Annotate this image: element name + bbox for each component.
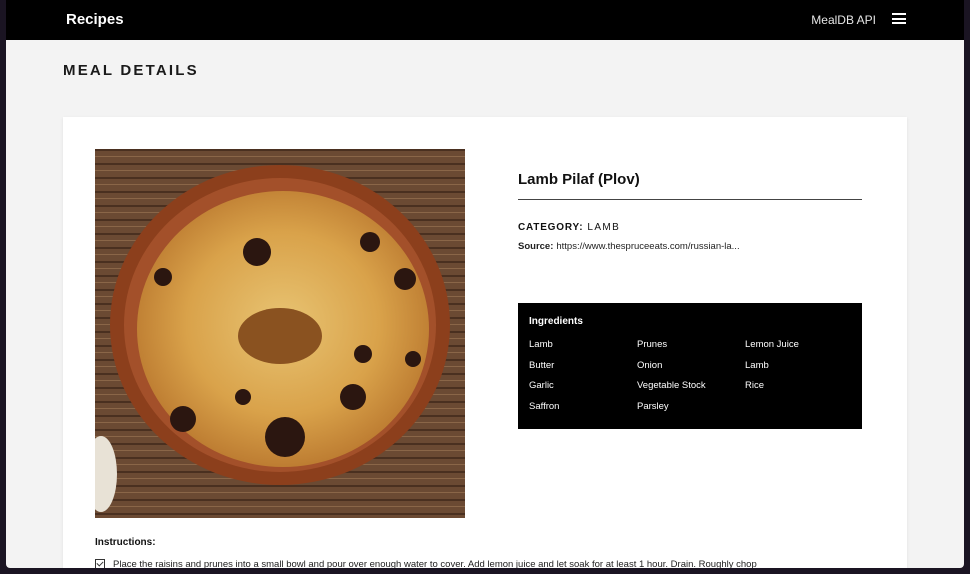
instructions-label: Instructions:	[95, 537, 156, 548]
instruction-text: Place the raisins and prunes into a smal…	[113, 559, 757, 568]
meal-image	[95, 149, 465, 518]
ingredient-item: Parsley	[637, 401, 669, 412]
ingredient-item: Onion	[637, 360, 663, 371]
app-window: Recipes MealDB API MEAL DETAILS Lamb Pil…	[6, 0, 964, 568]
ingredients-panel: Ingredients Lamb Prunes Lemon Juice Butt…	[518, 303, 862, 429]
meal-name: Lamb Pilaf (Plov)	[518, 171, 640, 188]
ingredient-item: Saffron	[529, 401, 560, 412]
category-row: CATEGORY: LAMB	[518, 222, 620, 233]
menu-bar	[892, 22, 906, 24]
meal-photo-illustration	[95, 149, 465, 518]
step-checkbox[interactable]	[95, 559, 105, 568]
category-label: CATEGORY:	[518, 222, 584, 233]
navbar: Recipes MealDB API	[6, 0, 964, 40]
ingredient-item: Butter	[529, 360, 555, 371]
ingredient-item: Prunes	[637, 339, 668, 350]
menu-bar	[892, 13, 906, 15]
ingredient-item: Lemon Juice	[745, 339, 799, 350]
instruction-step: Place the raisins and prunes into a smal…	[95, 559, 875, 568]
page-title: MEAL DETAILS	[63, 62, 199, 79]
ingredient-item: Vegetable Stock	[637, 380, 706, 391]
ingredient-item: Lamb	[529, 339, 553, 350]
ingredient-item: Lamb	[745, 360, 769, 371]
brand-link[interactable]: Recipes	[66, 11, 124, 28]
meal-card: Lamb Pilaf (Plov) CATEGORY: LAMB Source: h…	[63, 117, 907, 568]
menu-bar	[892, 17, 906, 20]
ingredient-item: Garlic	[529, 380, 554, 391]
category-value: LAMB	[587, 222, 621, 233]
ingredient-item: Rice	[745, 380, 765, 391]
ingredients-title: Ingredients	[529, 316, 583, 327]
hamburger-menu-icon[interactable]	[892, 13, 906, 24]
mealdb-api-link[interactable]: MealDB API	[811, 13, 876, 27]
source-label: Source:	[518, 241, 554, 252]
source-row: Source: https://www.thespruceeats.com/rus…	[518, 241, 740, 252]
source-link[interactable]: https://www.thespruceeats.com/russian-la…	[556, 241, 739, 252]
divider	[518, 199, 862, 200]
